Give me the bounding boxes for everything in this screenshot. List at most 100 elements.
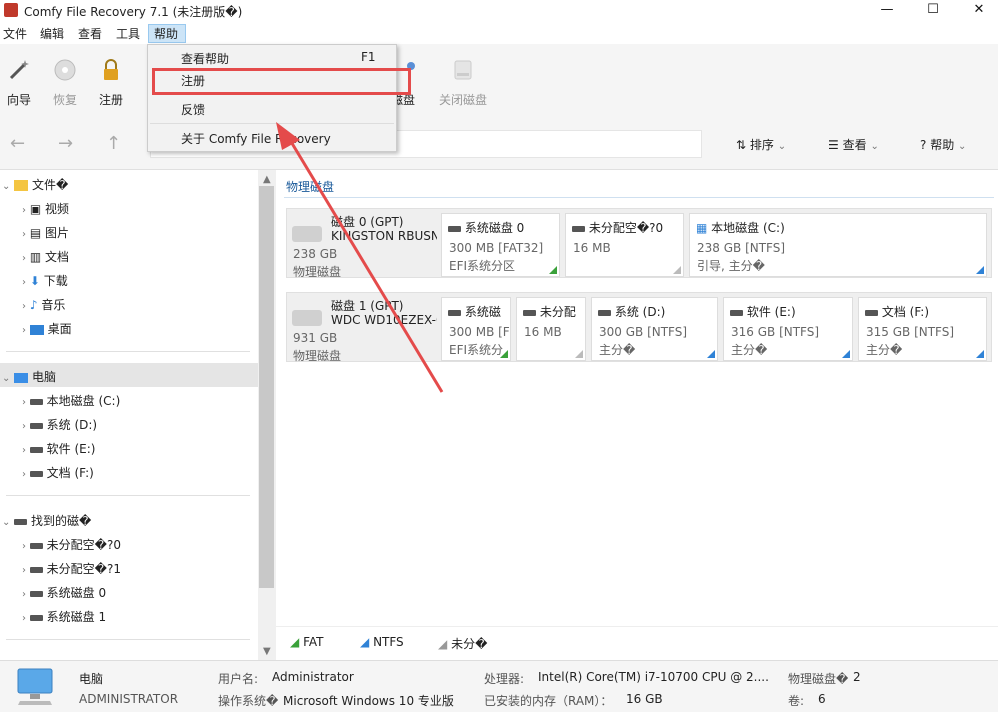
tree-computer[interactable]: ⌄ 电脑 xyxy=(2,368,56,385)
ntfs-corner-icon xyxy=(976,350,984,358)
drive-icon xyxy=(865,309,878,316)
chevron-down-icon: ⌄ xyxy=(958,141,967,152)
view-help-shortcut: F1 xyxy=(361,50,376,64)
tree-item-pictures[interactable]: › ▤ 图片 xyxy=(22,224,69,241)
partition-card[interactable]: 系统磁 300 MB [F EFI系统分 xyxy=(441,297,511,361)
computer-icon xyxy=(17,668,53,705)
drive-icon xyxy=(29,446,43,453)
view-icon: ☰ xyxy=(828,138,839,152)
status-user-upper: ADMINISTRATOR xyxy=(79,692,179,706)
drive-icon xyxy=(29,542,43,549)
tree-item-drive-c[interactable]: › 本地磁盘 (C:) xyxy=(22,392,120,409)
folder-icon xyxy=(14,180,29,191)
document-icon: ▥ xyxy=(29,250,42,264)
fat-corner-icon xyxy=(500,350,508,358)
tree-item-sysdisk-0[interactable]: › 系统磁盘 0 xyxy=(22,584,106,601)
unalloc-corner-icon xyxy=(575,350,583,358)
tree-item-drive-f[interactable]: › 文档 (F:) xyxy=(22,464,94,481)
scroll-down-icon[interactable]: ▼ xyxy=(263,646,271,657)
close-button[interactable]: ✕ xyxy=(956,0,998,22)
tree-item-music[interactable]: › ♪ 音乐 xyxy=(22,296,65,313)
section-underline xyxy=(284,197,994,198)
drive-icon xyxy=(572,225,585,232)
menu-file[interactable]: 文件 xyxy=(3,25,27,42)
app-icon xyxy=(4,3,18,17)
register-button[interactable]: 注册 xyxy=(88,58,134,108)
scroll-up-icon[interactable]: ▲ xyxy=(263,174,271,185)
status-volume-value: 6 xyxy=(818,692,826,706)
up-arrow-icon[interactable]: ↑ xyxy=(106,133,121,154)
disk-type: 物理磁盘 xyxy=(293,349,342,363)
forward-arrow-icon[interactable]: → xyxy=(58,133,73,154)
sort-button[interactable]: ⇅ 排序 ⌄ xyxy=(736,136,786,153)
close-disk-button[interactable]: 关闭磁盘 xyxy=(435,58,491,108)
tree-item-downloads[interactable]: › ⬇ 下载 xyxy=(22,272,68,289)
drive-icon xyxy=(448,309,461,316)
drive-icon xyxy=(730,309,743,316)
ntfs-corner-icon xyxy=(976,266,984,274)
status-username-key: 用户名: xyxy=(218,672,259,686)
menu-tools[interactable]: 工具 xyxy=(116,25,140,42)
wizard-button[interactable]: 向导 xyxy=(0,58,42,108)
divider xyxy=(6,495,250,496)
maximize-button[interactable]: ☐ xyxy=(910,0,956,22)
chevron-expanded-icon: ⌄ xyxy=(2,373,11,384)
disk-size: 931 GB xyxy=(293,331,338,345)
partition-card[interactable]: 文档 (F:) 315 GB [NTFS] 主分� xyxy=(858,297,987,361)
partition-card[interactable]: 未分配空�?0 16 MB xyxy=(565,213,684,277)
unalloc-triangle-icon: ◢ xyxy=(438,637,448,651)
status-username-value: Administrator xyxy=(272,670,354,684)
tree-folders[interactable]: ⌄ 文件� xyxy=(2,176,68,193)
partition-card[interactable]: 未分配 16 MB xyxy=(516,297,586,361)
ntfs-triangle-icon: ◢ xyxy=(360,635,370,649)
fat-triangle-icon: ◢ xyxy=(290,635,300,649)
restore-button[interactable]: 恢复 xyxy=(42,58,88,108)
menu-item-about[interactable]: 关于 Comfy File Recovery xyxy=(181,130,331,147)
tree-item-desktop[interactable]: › 桌面 xyxy=(22,320,72,337)
menu-view[interactable]: 查看 xyxy=(78,25,102,42)
tree-item-unalloc-0[interactable]: › 未分配空�?0 xyxy=(22,536,121,553)
partition-card[interactable]: 系统 (D:) 300 GB [NTFS] 主分� xyxy=(591,297,718,361)
window-title: Comfy File Recovery 7.1 (未注册版�) xyxy=(24,5,243,19)
harddisk-icon xyxy=(292,226,322,242)
menu-edit[interactable]: 编辑 xyxy=(40,25,64,42)
status-ram-value: 16 GB xyxy=(626,692,663,706)
partition-card[interactable]: ▦ 本地磁盘 (C:) 238 GB [NTFS] 引导, 主分� xyxy=(689,213,987,277)
status-ram-key: 已安装的内存（RAM）： xyxy=(484,694,613,708)
tree-item-sysdisk-1[interactable]: › 系统磁盘 1 xyxy=(22,608,106,625)
tree-item-drive-d[interactable]: › 系统 (D:) xyxy=(22,416,97,433)
partition-card[interactable]: 软件 (E:) 316 GB [NTFS] 主分� xyxy=(723,297,853,361)
tree-item-documents[interactable]: › ▥ 文档 xyxy=(22,248,69,265)
drive-icon xyxy=(598,309,611,316)
status-computer: 电脑 xyxy=(79,672,104,686)
tree-item-videos[interactable]: › ▣ 视频 xyxy=(22,200,69,217)
status-os-key: 操作系统� xyxy=(218,694,279,708)
back-arrow-icon[interactable]: ← xyxy=(10,133,25,154)
menu-item-view-help[interactable]: 查看帮助 xyxy=(181,50,229,67)
section-title: 物理磁盘 xyxy=(286,180,335,194)
partition-card[interactable]: 系统磁盘 0 300 MB [FAT32] EFI系统分区 xyxy=(441,213,560,277)
lock-icon xyxy=(104,59,118,80)
status-cpu-value: Intel(R) Core(TM) i7-10700 CPU @ 2.... xyxy=(538,670,769,684)
music-icon: ♪ xyxy=(29,298,38,312)
disk-name: 磁盘 0 (GPT) xyxy=(331,215,404,229)
harddisk-icon xyxy=(454,60,472,80)
drive-icon xyxy=(29,566,43,573)
minimize-button[interactable]: — xyxy=(864,0,910,22)
view-button[interactable]: ☰ 查看 ⌄ xyxy=(828,136,879,153)
status-volume-key: 卷: xyxy=(788,694,805,708)
drive-icon xyxy=(29,470,43,477)
sidebar-scroll-thumb[interactable] xyxy=(259,186,274,588)
help-button[interactable]: ? 帮助 ⌄ xyxy=(920,136,966,153)
drive-icon xyxy=(29,398,43,405)
ntfs-corner-icon xyxy=(707,350,715,358)
computer-icon xyxy=(14,372,29,383)
fat-corner-icon xyxy=(549,266,557,274)
harddisk-icon xyxy=(292,310,322,326)
menu-help[interactable]: 帮助 xyxy=(154,25,178,42)
status-pdisk-key: 物理磁盘� xyxy=(788,672,849,686)
tree-found-disks[interactable]: ⌄ 找到的磁� xyxy=(2,512,91,529)
tree-item-drive-e[interactable]: › 软件 (E:) xyxy=(22,440,95,457)
menu-item-feedback[interactable]: 反馈 xyxy=(181,101,205,118)
tree-item-unalloc-1[interactable]: › 未分配空�?1 xyxy=(22,560,121,577)
